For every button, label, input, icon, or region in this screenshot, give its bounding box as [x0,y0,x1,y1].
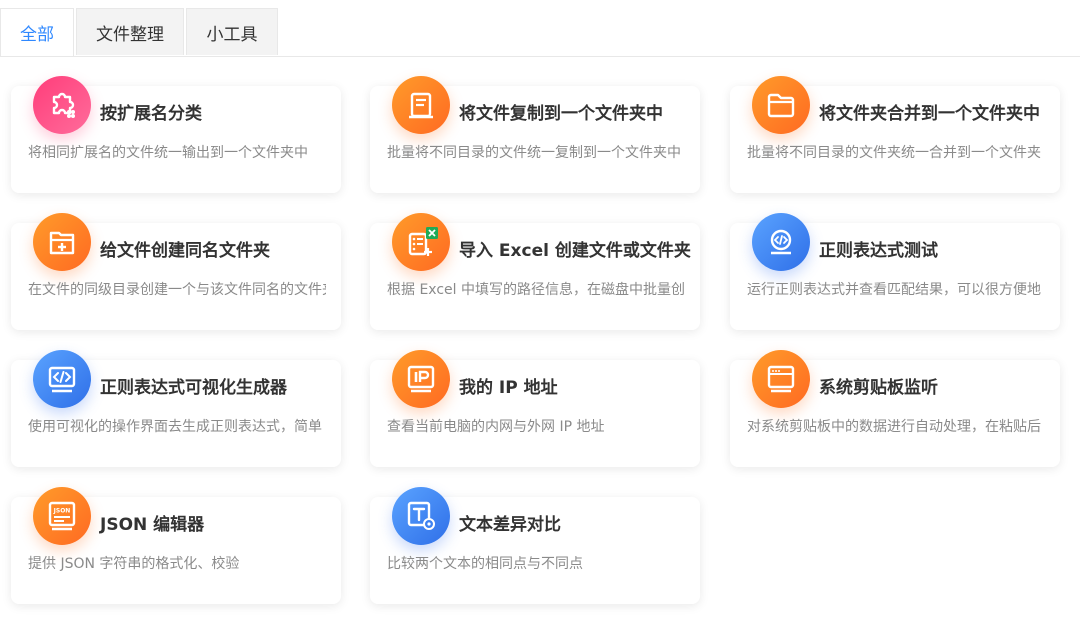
tool-card-extension-classify[interactable]: 按扩展名分类 将相同扩展名的文件统一输出到一个文件夹中 [11,76,341,193]
folder-icon [752,76,810,134]
card-description: 批量将不同目录的文件统一复制到一个文件夹中 [387,145,681,161]
card-description: 比较两个文本的相同点与不同点 [387,556,583,572]
card-title: 系统剪贴板监听 [819,378,938,398]
tool-card-json-editor[interactable]: JSON JSON 编辑器 提供 JSON 字符串的格式化、校验 [11,487,341,604]
svg-text:JSON: JSON [53,508,71,515]
tab-all[interactable]: 全部 [0,8,74,56]
code-icon [33,350,91,408]
card-title: 将文件夹合并到一个文件夹中 [819,104,1040,124]
card-title: 给文件创建同名文件夹 [100,241,270,261]
card-title: 按扩展名分类 [100,104,202,124]
text-compare-icon [392,487,450,545]
json-icon: JSON [33,487,91,545]
window-icon [752,350,810,408]
card-description: 根据 Excel 中填写的路径信息，在磁盘中批量创建 [387,282,685,298]
card-description: 批量将不同目录的文件夹统一合并到一个文件夹 [747,145,1041,161]
excel-icon [392,213,450,271]
tool-card-clipboard-monitor[interactable]: 系统剪贴板监听 对系统剪贴板中的数据进行自动处理，在粘贴后 [730,350,1060,467]
puzzle-icon [33,76,91,134]
tool-card-text-diff[interactable]: 文本差异对比 比较两个文本的相同点与不同点 [370,487,700,604]
tab-file-organize[interactable]: 文件整理 [76,8,184,55]
card-description: 提供 JSON 字符串的格式化、校验 [28,556,240,572]
tool-card-excel-import[interactable]: 导入 Excel 创建文件或文件夹 根据 Excel 中填写的路径信息，在磁盘中… [370,213,700,330]
card-description: 查看当前电脑的内网与外网 IP 地址 [387,419,605,435]
tool-card-regex-test[interactable]: 正则表达式测试 运行正则表达式并查看匹配结果，可以很方便地 [730,213,1060,330]
regex-test-icon [752,213,810,271]
card-title: 文本差异对比 [459,515,561,535]
ip-icon [392,350,450,408]
card-title: 导入 Excel 创建文件或文件夹 [459,241,691,261]
card-title: JSON 编辑器 [100,515,205,535]
card-description: 使用可视化的操作界面去生成正则表达式，简单 [28,419,322,435]
tool-card-create-same-name-folder[interactable]: 给文件创建同名文件夹 在文件的同级目录创建一个与该文件同名的文件夹 [11,213,341,330]
card-title: 我的 IP 地址 [459,378,558,398]
card-title: 正则表达式测试 [819,241,938,261]
card-description: 在文件的同级目录创建一个与该文件同名的文件夹 [28,282,326,298]
card-description: 运行正则表达式并查看匹配结果，可以很方便地 [747,282,1041,298]
tool-card-merge-folders[interactable]: 将文件夹合并到一个文件夹中 批量将不同目录的文件夹统一合并到一个文件夹 [730,76,1060,193]
card-title: 将文件复制到一个文件夹中 [459,104,663,124]
folder-add-icon [33,213,91,271]
tool-card-my-ip[interactable]: 我的 IP 地址 查看当前电脑的内网与外网 IP 地址 [370,350,700,467]
card-description: 对系统剪贴板中的数据进行自动处理，在粘贴后 [747,419,1041,435]
card-title: 正则表达式可视化生成器 [100,378,287,398]
tab-bar: 全部 文件整理 小工具 [0,0,1080,57]
copy-file-icon [392,76,450,134]
tool-card-regex-visualizer[interactable]: 正则表达式可视化生成器 使用可视化的操作界面去生成正则表达式，简单 [11,350,341,467]
card-description: 将相同扩展名的文件统一输出到一个文件夹中 [28,145,308,161]
tool-card-copy-files[interactable]: 将文件复制到一个文件夹中 批量将不同目录的文件统一复制到一个文件夹中 [370,76,700,193]
tab-tools[interactable]: 小工具 [186,8,278,55]
